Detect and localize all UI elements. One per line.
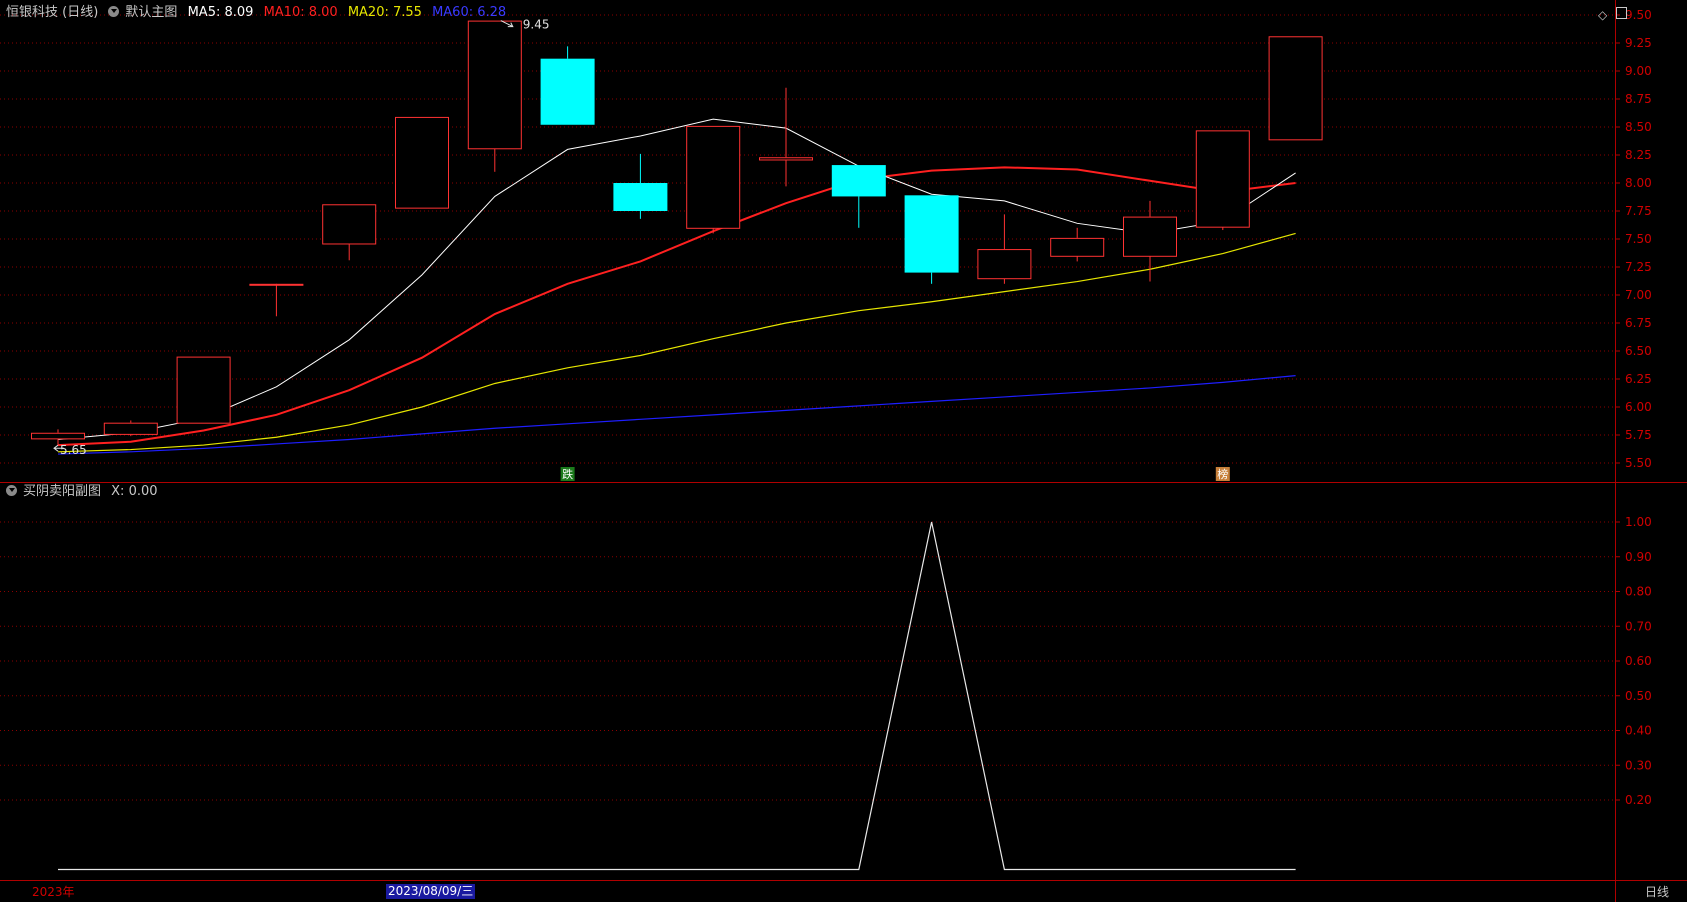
- y-tick-label: 8.25: [1625, 148, 1652, 162]
- candle: [831, 165, 886, 228]
- main-grid: [0, 14, 1615, 464]
- candle-body: [322, 204, 377, 245]
- y-tick-label: 1.00: [1625, 515, 1652, 529]
- y-tick-label: 9.25: [1625, 36, 1652, 50]
- year-label: 2023年: [32, 885, 75, 899]
- y-tick-label: 0.20: [1625, 793, 1652, 807]
- candle-body: [1195, 130, 1250, 228]
- candle: [1050, 227, 1105, 262]
- y-tick-label: 8.00: [1625, 176, 1652, 190]
- y-tick-label: 9.50: [1625, 8, 1652, 22]
- chart-frame: [0, 0, 1687, 902]
- candle: [176, 356, 231, 424]
- candle-body: [1268, 36, 1323, 141]
- candle-body: [176, 356, 231, 424]
- y-tick-label: 7.00: [1625, 288, 1652, 302]
- y-tick-label: 6.00: [1625, 400, 1652, 414]
- candle: [1195, 130, 1250, 231]
- y-tick-label: 0.80: [1625, 585, 1652, 599]
- candles: [31, 20, 1323, 446]
- y-tick-label: 6.75: [1625, 316, 1652, 330]
- sub-y-axis: 1.00 0.90 0.80 0.70 0.60 0.50 0.40 0.30 0.20: [1615, 515, 1652, 807]
- period-label[interactable]: 日线: [1645, 885, 1669, 900]
- candle-body: [1123, 216, 1177, 257]
- candle: [977, 214, 1032, 284]
- y-tick-label: 0.40: [1625, 724, 1652, 738]
- candle-body: [977, 249, 1032, 280]
- candle-body: [249, 283, 304, 286]
- price-callout: 5.65: [60, 443, 87, 457]
- candle: [613, 153, 668, 219]
- sub-indicator-value: X: 0.00: [111, 484, 158, 499]
- y-tick-label: 7.50: [1625, 232, 1652, 246]
- candle: [904, 195, 959, 284]
- y-tick-label: 6.25: [1625, 372, 1652, 386]
- candle-body: [540, 58, 595, 125]
- marker-label: 跌: [562, 467, 573, 481]
- y-tick-label: 5.50: [1625, 456, 1652, 470]
- chart-canvas: 9.50 9.25 9.00 8.75 8.50 8.25 8.00 7.75 7.50 7.25…: [0, 0, 1687, 902]
- candle: [759, 87, 813, 187]
- candle: [1123, 200, 1177, 282]
- y-tick-label: 7.75: [1625, 204, 1652, 218]
- ma5-line: [57, 118, 1296, 440]
- main-indicator-name[interactable]: 默认主图: [125, 5, 177, 20]
- main-y-axis: 9.50 9.25 9.00 8.75 8.50 8.25 8.00 7.75 7.50 7.25…: [1615, 8, 1652, 470]
- candle-body: [1050, 237, 1105, 257]
- diamond-icon[interactable]: ◇: [1598, 8, 1607, 22]
- candle: [540, 46, 595, 125]
- candle-body: [613, 183, 668, 211]
- candle-body: [395, 116, 449, 209]
- candle-body: [103, 422, 158, 435]
- y-tick-label: 0.90: [1625, 550, 1652, 564]
- marker-label: 榜: [1217, 467, 1228, 481]
- y-tick-label: 0.60: [1625, 654, 1652, 668]
- y-tick-label: 5.75: [1625, 428, 1652, 442]
- y-tick-label: 0.50: [1625, 689, 1652, 703]
- dropdown-icon[interactable]: [108, 6, 120, 17]
- y-tick-label: 7.25: [1625, 260, 1652, 274]
- dropdown-icon[interactable]: [6, 485, 17, 496]
- candle-body: [467, 20, 522, 150]
- candle: [686, 125, 741, 234]
- y-tick-label: 0.70: [1625, 619, 1652, 633]
- ma-lines: [57, 118, 1296, 455]
- y-tick-label: 6.50: [1625, 344, 1652, 358]
- window-icon[interactable]: [1616, 7, 1627, 19]
- y-tick-label: 8.75: [1625, 92, 1652, 106]
- candle-body: [759, 157, 813, 161]
- ma60-label: MA60: 6.28: [432, 5, 507, 20]
- y-tick-label: 8.50: [1625, 120, 1652, 134]
- sub-indicator-name[interactable]: 买阴卖阳副图: [23, 484, 101, 499]
- price-callout: 9.45: [523, 18, 550, 32]
- sub-header: 买阴卖阳副图 X: 0.00: [6, 484, 164, 500]
- candle: [103, 420, 158, 437]
- candle-body: [31, 432, 85, 440]
- stock-title: 恒银科技 (日线): [6, 5, 99, 20]
- candle: [249, 283, 304, 317]
- y-tick-label: 9.00: [1625, 64, 1652, 78]
- y-tick-label: 0.30: [1625, 758, 1652, 772]
- ma5-label: MA5: 8.09: [187, 5, 254, 20]
- date-label: 2023/08/09/三: [386, 884, 476, 899]
- sub-grid: [0, 521, 1615, 801]
- ma10-label: MA10: 8.00: [263, 5, 338, 20]
- main-header: 恒银科技 (日线) 默认主图 MA5: 8.09 MA10: 8.00 MA20…: [6, 5, 512, 21]
- candle-body: [831, 165, 886, 197]
- candle: [1268, 36, 1323, 141]
- candle: [395, 116, 449, 209]
- candle: [467, 20, 522, 172]
- ma20-line: [57, 232, 1296, 453]
- ma20-label: MA20: 7.55: [347, 5, 422, 20]
- candle: [322, 204, 377, 261]
- ma60-line: [57, 375, 1296, 455]
- ma10-line: [57, 166, 1296, 447]
- candle-body: [904, 195, 959, 273]
- candle-body: [686, 125, 741, 229]
